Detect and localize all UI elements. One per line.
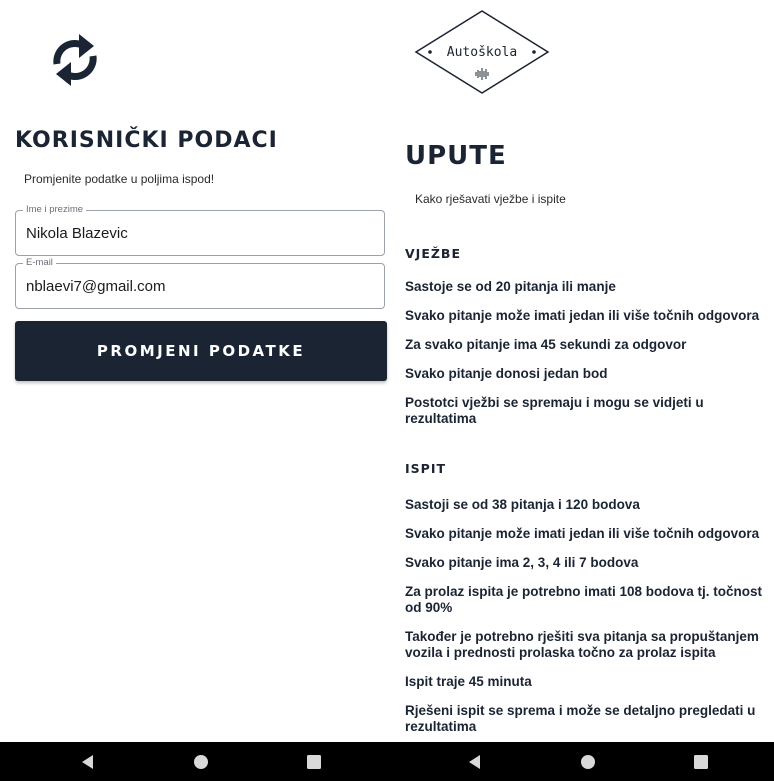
page-title: KORISNIČKI PODACI — [15, 128, 278, 153]
list-item: Svako pitanje donosi jedan bod — [405, 366, 608, 381]
back-triangle-icon[interactable] — [68, 742, 108, 781]
page-subtitle: Promjenite podatke u poljima ispod! — [24, 172, 215, 186]
rules-list-ispit: Sastoji se od 38 pitanja i 120 bodova Sv… — [405, 497, 774, 748]
name-input[interactable] — [26, 225, 376, 242]
email-field-label: E-mail — [23, 257, 56, 269]
list-item: Ispit traje 45 minuta — [405, 674, 532, 689]
back-triangle-icon[interactable] — [455, 742, 495, 781]
list-item: Svako pitanje može imati jedan ili više … — [405, 526, 760, 541]
home-circle-icon[interactable] — [181, 742, 221, 781]
list-item: Postotci vježbi se spremaju i mogu se vi… — [405, 395, 704, 426]
list-item: Također je potrebno rješiti sva pitanja … — [405, 629, 759, 660]
rules-list-vjezbe: Sastoje se od 20 pitanja ili manje Svako… — [405, 279, 774, 440]
list-item: Svako pitanje može imati jedan ili više … — [405, 308, 760, 323]
list-item: Sastoje se od 20 pitanja ili manje — [405, 279, 616, 294]
list-item: Za prolaz ispita je potrebno imati 108 b… — [405, 584, 763, 615]
logo-text: Autoškola — [446, 45, 518, 60]
recents-square-icon[interactable] — [294, 742, 334, 781]
list-item: Svako pitanje ima 2, 3, 4 ili 7 bodova — [405, 555, 639, 570]
instructions-subtitle: Kako rješavati vježbe i ispite — [415, 192, 566, 206]
section-title-vjezbe: VJEŽBE — [405, 246, 461, 261]
list-item: Sastoji se od 38 pitanja i 120 bodova — [405, 497, 640, 512]
list-item: Rješeni ispit se sprema i može se detalj… — [405, 703, 756, 734]
recents-square-icon[interactable] — [681, 742, 721, 781]
system-nav-bar — [0, 742, 774, 781]
name-field[interactable]: Ime i prezime — [15, 204, 385, 256]
home-circle-icon[interactable] — [568, 742, 608, 781]
instructions-title: UPUTE — [405, 141, 507, 171]
logo: Autoškola — [413, 9, 551, 95]
name-field-label: Ime i prezime — [23, 204, 87, 216]
list-item: Za svako pitanje ima 45 sekundi za odgov… — [405, 337, 687, 352]
refresh-icon[interactable] — [46, 26, 104, 92]
save-button[interactable]: PROMJENI PODATKE — [15, 321, 387, 381]
section-title-ispit: ISPIT — [405, 461, 446, 476]
email-input[interactable] — [26, 278, 376, 295]
email-field[interactable]: E-mail — [15, 257, 385, 309]
